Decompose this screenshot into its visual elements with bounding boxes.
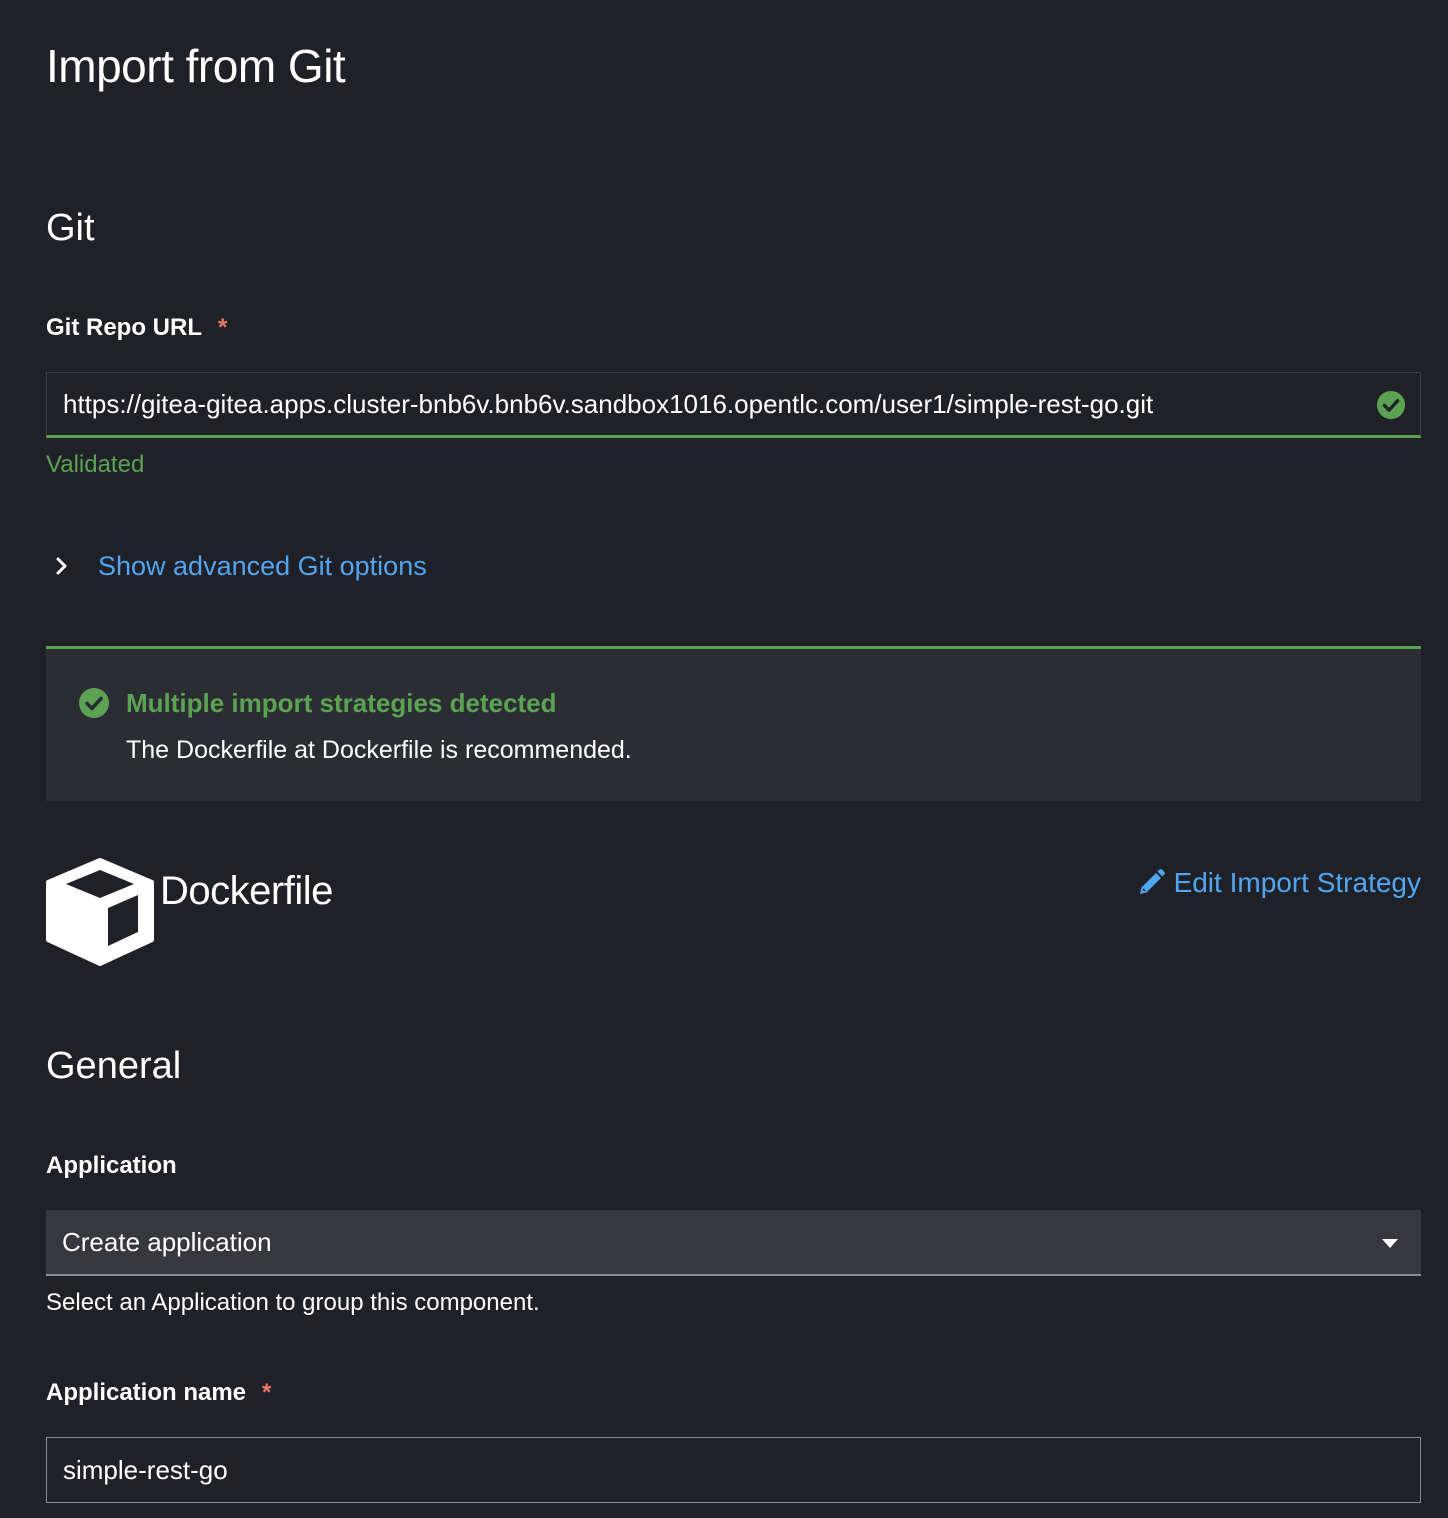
application-helper-text: Select an Application to group this comp… xyxy=(46,1289,540,1316)
application-name-label-text: Application name xyxy=(46,1379,247,1406)
dockerfile-cube-icon xyxy=(46,858,154,966)
application-label: Application xyxy=(46,1152,177,1179)
show-advanced-git-options-link[interactable]: Show advanced Git options xyxy=(98,551,427,582)
chevron-right-icon xyxy=(56,557,67,575)
alert-description: The Dockerfile at Dockerfile is recommen… xyxy=(126,736,632,764)
application-name-value[interactable]: simple-rest-go xyxy=(63,1455,228,1486)
git-repo-url-helper: Validated xyxy=(46,451,145,478)
application-select-value[interactable]: Create application xyxy=(62,1227,272,1258)
strategy-name: Dockerfile xyxy=(160,869,333,913)
application-name-label: Application name * xyxy=(46,1377,271,1409)
git-section-title: Git xyxy=(46,207,95,249)
import-from-git-page: Import from Git Git Git Repo URL * https:… xyxy=(0,0,1448,1518)
git-repo-url-input[interactable]: https://gitea-gitea.apps.cluster-bnb6v.b… xyxy=(46,372,1421,438)
required-marker: * xyxy=(262,1379,272,1406)
caret-down-icon xyxy=(1382,1239,1398,1248)
check-circle-icon xyxy=(1376,390,1406,420)
git-repo-url-label: Git Repo URL * xyxy=(46,312,227,344)
general-section-title: General xyxy=(46,1045,182,1087)
pencil-icon xyxy=(1139,869,1165,894)
check-circle-icon xyxy=(79,688,109,718)
application-name-input[interactable]: simple-rest-go xyxy=(46,1437,1421,1503)
show-advanced-git-options-toggle[interactable]: Show advanced Git options xyxy=(46,546,427,586)
edit-import-strategy-button[interactable]: Edit Import Strategy xyxy=(1136,864,1421,902)
application-select[interactable]: Create application xyxy=(46,1210,1421,1276)
import-strategy-alert: Multiple import strategies detected The … xyxy=(46,646,1421,801)
page-title: Import from Git xyxy=(46,40,346,92)
git-repo-url-label-text: Git Repo URL xyxy=(46,314,202,341)
alert-title: Multiple import strategies detected xyxy=(126,688,557,718)
git-repo-url-value[interactable]: https://gitea-gitea.apps.cluster-bnb6v.b… xyxy=(63,389,1153,420)
required-marker: * xyxy=(218,314,228,341)
edit-import-strategy-label[interactable]: Edit Import Strategy xyxy=(1174,864,1421,902)
